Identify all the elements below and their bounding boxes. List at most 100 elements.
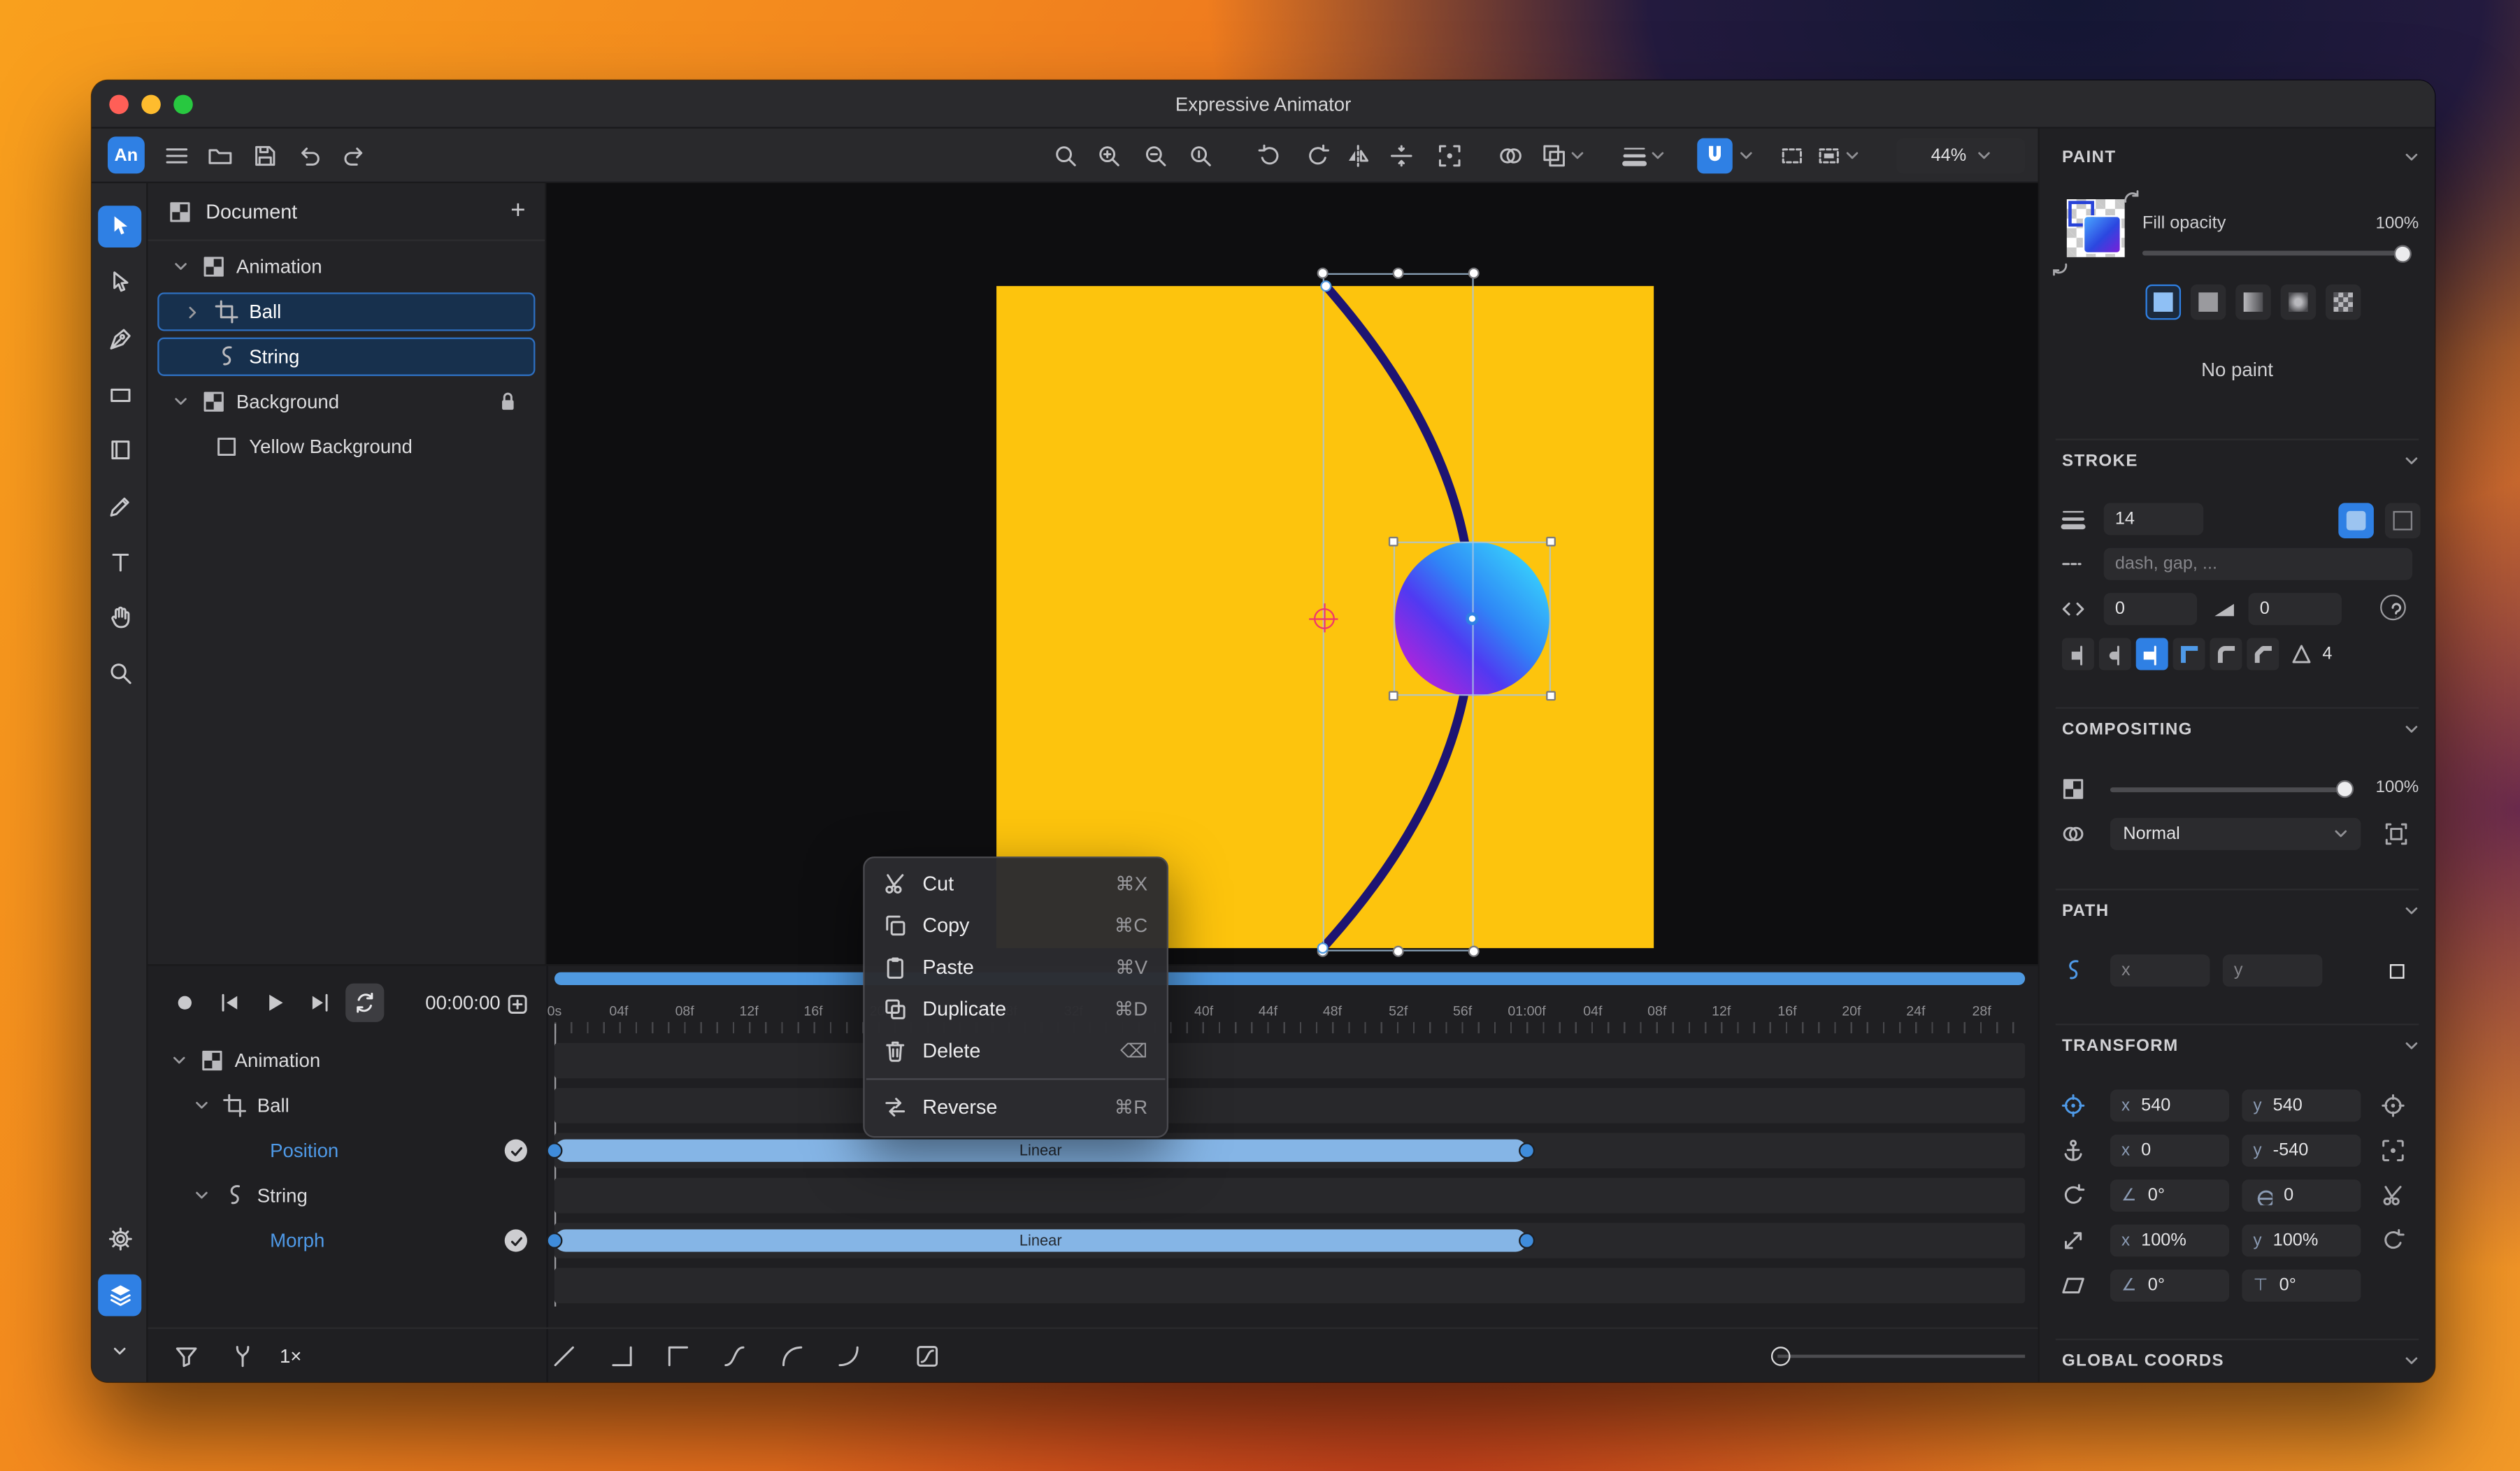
frame-selection-button[interactable]	[1431, 138, 1469, 174]
layers-panel-button[interactable]	[98, 1274, 142, 1316]
ruler-label[interactable]: 48f	[1323, 1003, 1342, 1019]
ruler-label[interactable]: 08f	[675, 1003, 694, 1019]
join-round-button[interactable]	[2210, 638, 2242, 670]
easing-in-out-button[interactable]	[717, 1339, 752, 1375]
selection-handle[interactable]	[1392, 945, 1404, 957]
canvas[interactable]	[546, 183, 2038, 965]
cap-square-button[interactable]	[2135, 638, 2168, 670]
zoom-select-button[interactable]	[1046, 138, 1084, 174]
timeline-row-morph[interactable]: Morph	[148, 1223, 546, 1258]
layer-row-animation[interactable]: Animation	[157, 247, 535, 286]
cap-butt-button[interactable]	[2061, 638, 2094, 670]
direct-select-tool[interactable]	[98, 262, 141, 304]
uniform-scale-button[interactable]	[2377, 1224, 2409, 1256]
opacity-knob[interactable]	[2335, 780, 2354, 798]
menu-item-copy[interactable]: Copy ⌘C	[865, 905, 1167, 947]
position-target-button[interactable]	[2377, 1089, 2409, 1121]
menu-item-paste[interactable]: Paste ⌘V	[865, 947, 1167, 989]
collapse-strip-button[interactable]	[98, 1330, 141, 1372]
blend-mode-select[interactable]: Normal	[2110, 817, 2361, 850]
ruler-label[interactable]: 08f	[1647, 1003, 1666, 1019]
timeline-zoom-track[interactable]	[1777, 1354, 2026, 1358]
fill-opacity-slider[interactable]	[2142, 250, 2410, 256]
redo-button[interactable]	[334, 138, 373, 174]
easing-hold-end-button[interactable]	[604, 1339, 640, 1375]
compositing-section-header[interactable]: COMPOSITING	[2062, 714, 2419, 746]
undo-button[interactable]	[291, 138, 329, 174]
ruler-label[interactable]: 01:00f	[1508, 1003, 1545, 1019]
transform-section-header[interactable]: TRANSFORM	[2062, 1030, 2419, 1062]
keyframe-dot[interactable]	[546, 1142, 563, 1159]
save-button[interactable]	[246, 138, 285, 174]
group-objects-button[interactable]	[1533, 138, 1591, 174]
snap-options-button[interactable]	[1734, 138, 1756, 174]
text-tool[interactable]	[98, 542, 141, 584]
chevron-down-icon[interactable]	[167, 1056, 189, 1065]
chevron-down-icon[interactable]	[169, 262, 191, 272]
pencil-tool[interactable]	[98, 485, 141, 527]
timeline-ruler-ticks[interactable]	[554, 1021, 2026, 1033]
ruler-label[interactable]: 16f	[803, 1003, 822, 1019]
ruler-label[interactable]: 52f	[1389, 1003, 1408, 1019]
timeline-row-ball[interactable]: Ball	[148, 1088, 546, 1124]
layer-row-yellow-background[interactable]: Yellow Background	[157, 427, 535, 466]
track-lane[interactable]	[554, 1042, 2026, 1079]
track-lane[interactable]: Linear	[546, 1223, 2026, 1258]
scale-x-field[interactable]: x 100%	[2110, 1224, 2230, 1257]
zoom-level-select[interactable]: 44%	[1896, 138, 2026, 174]
fill-color-swatch[interactable]	[2066, 199, 2125, 257]
dash-pattern-input[interactable]	[2114, 554, 2401, 574]
track-lane[interactable]	[554, 1088, 2026, 1124]
menu-button[interactable]	[157, 138, 196, 174]
anchor-y-field[interactable]: y -540	[2242, 1134, 2361, 1167]
easing-custom-button[interactable]	[910, 1339, 945, 1375]
filter-tracks-button[interactable]	[169, 1339, 204, 1375]
chevron-right-icon[interactable]	[182, 305, 204, 320]
skew-y-field[interactable]: ⊤ 0°	[2242, 1269, 2361, 1302]
swap-fill-stroke-icon[interactable]	[2123, 189, 2142, 209]
stroke-width-field[interactable]: 14	[2103, 503, 2204, 536]
paint-type-pattern-button[interactable]	[2325, 284, 2361, 320]
select-marquee-button[interactable]	[1773, 138, 1811, 174]
selection-handle[interactable]	[1388, 691, 1398, 701]
align-vertical-center-button[interactable]	[1382, 138, 1421, 174]
loop-button[interactable]	[345, 983, 385, 1022]
ruler-label[interactable]: 04f	[609, 1003, 628, 1019]
rotation-pivot[interactable]	[1314, 608, 1335, 629]
path-section-header[interactable]: PATH	[2062, 895, 2419, 927]
selection-handle[interactable]	[1546, 691, 1556, 701]
position-y-field[interactable]: y 540	[2242, 1089, 2361, 1122]
timeline-row-string[interactable]: String	[148, 1178, 546, 1214]
ruler-label[interactable]: 40f	[1194, 1003, 1213, 1019]
select-tool[interactable]	[98, 206, 142, 247]
open-file-button[interactable]	[201, 138, 239, 174]
rotate-cw-button[interactable]	[1298, 138, 1337, 174]
scale-y-field[interactable]: y 100%	[2242, 1224, 2361, 1257]
paint-type-flat-button[interactable]	[2190, 284, 2226, 320]
zoom-reset-button[interactable]	[1181, 138, 1219, 174]
selection-handle[interactable]	[1468, 267, 1480, 279]
anchor-x-field[interactable]: x0	[2110, 1134, 2230, 1167]
isolate-button[interactable]	[2380, 818, 2412, 850]
path-endpoint[interactable]	[1317, 942, 1329, 954]
ruler-label[interactable]: 16f	[1777, 1003, 1796, 1019]
detach-rotation-button[interactable]	[2377, 1179, 2409, 1212]
menu-item-reverse[interactable]: Reverse ⌘R	[865, 1086, 1167, 1128]
layer-row-ball[interactable]: Ball	[157, 292, 536, 331]
skew-x-field[interactable]: ∠ 0°	[2110, 1269, 2230, 1302]
timeline-scrollbar[interactable]	[554, 972, 2026, 985]
paint-type-solid-button[interactable]	[2145, 284, 2182, 320]
selection-center-point[interactable]	[1466, 612, 1479, 626]
playback-rate[interactable]: 1×	[280, 1339, 301, 1375]
swap-fill-stroke-icon[interactable]	[2049, 257, 2069, 277]
path-x-field[interactable]	[2110, 954, 2210, 987]
path-x-input[interactable]	[2121, 961, 2199, 981]
paint-type-linear-gradient-button[interactable]	[2235, 284, 2271, 320]
ruler-label[interactable]: 0s	[547, 1003, 562, 1019]
easing-in-button[interactable]	[831, 1339, 866, 1375]
record-button[interactable]	[166, 984, 204, 1022]
join-miter-button[interactable]	[2172, 638, 2205, 670]
ruler-label[interactable]: 04f	[1583, 1003, 1602, 1019]
rotate-ccw-button[interactable]	[1250, 138, 1289, 174]
snap-button[interactable]	[1697, 138, 1733, 174]
